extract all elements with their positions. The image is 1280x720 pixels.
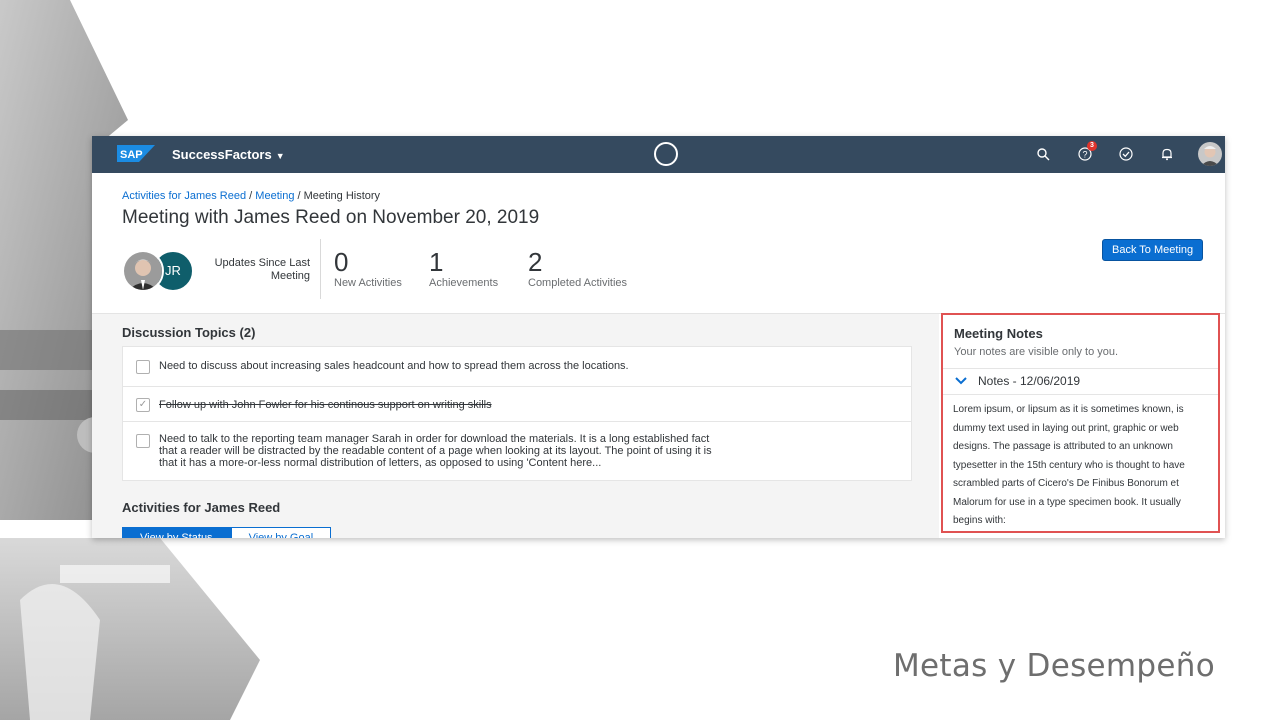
topic-item[interactable]: ✓ Follow up with John Fowler for his con… [123, 387, 911, 422]
page-title: Meeting with James Reed on November 20, … [122, 207, 540, 228]
help-badge: 3 [1087, 141, 1097, 151]
product-switcher[interactable]: SuccessFactors ▼ [172, 147, 285, 162]
notes-line: dummy text used in laying out print, gra… [953, 422, 1179, 434]
topic-checkbox[interactable] [136, 360, 150, 374]
kpi-label: Completed Activities [528, 277, 628, 289]
breadcrumb-meeting-link[interactable]: Meeting [255, 190, 294, 202]
meeting-notes-panel: Meeting Notes Your notes are visible onl… [941, 313, 1220, 533]
topic-text: Follow up with John Fowler for his conti… [159, 399, 492, 411]
topic-text: Need to talk to the reporting team manag… [159, 433, 712, 469]
shell-bar: SAP SuccessFactors ▼ ? 3 [92, 136, 1225, 173]
notifications-icon[interactable] [1160, 147, 1174, 161]
svg-text:SAP: SAP [120, 149, 143, 161]
kpi-label: Achievements [429, 277, 499, 289]
manager-avatar [122, 250, 164, 292]
search-icon[interactable] [1036, 147, 1050, 161]
sap-logo[interactable]: SAP [117, 145, 155, 162]
breadcrumb: Activities for James Reed / Meeting / Me… [122, 190, 380, 202]
view-by-goal-button[interactable]: View by Goal [230, 527, 332, 538]
view-toggle: View by Status View by Goal [122, 527, 332, 538]
meeting-notes-title: Meeting Notes [954, 326, 1043, 341]
meeting-notes-subtitle: Your notes are visible only to you. [954, 346, 1119, 358]
notes-line: Malorum for use in a type specimen book.… [953, 496, 1181, 508]
divider [943, 368, 1218, 369]
loading-indicator-icon [654, 142, 678, 166]
topic-text: Need to discuss about increasing sales h… [159, 360, 629, 372]
topic-item[interactable]: Need to discuss about increasing sales h… [123, 347, 911, 387]
notes-date-header: Notes - 12/06/2019 [978, 374, 1081, 388]
discussion-topics-title: Discussion Topics (2) [122, 325, 256, 340]
approvals-icon[interactable] [1119, 147, 1133, 161]
topic-checkbox-checked[interactable]: ✓ [136, 398, 150, 412]
notes-line: scrambled parts of Cicero's De Finibus B… [953, 478, 1179, 489]
view-by-status-button[interactable]: View by Status [122, 527, 231, 538]
svg-text:?: ? [1083, 150, 1088, 160]
slide-caption: Metas y Desempeño [892, 648, 1215, 684]
kpi-new-activities: 0 New Activities [334, 247, 402, 289]
breadcrumb-activities-link[interactable]: Activities for James Reed [122, 190, 246, 202]
meeting-header: Activities for James Reed / Meeting / Me… [92, 173, 1225, 314]
topic-checkbox[interactable] [136, 434, 150, 448]
kpi-label: New Activities [334, 277, 402, 289]
topic-text-line: Need to talk to the reporting team manag… [159, 433, 710, 445]
kpi-achievements: 1 Achievements [429, 247, 498, 289]
notes-body[interactable]: Lorem ipsum, or lipsum as it is sometime… [953, 401, 1203, 531]
notes-line: typesetter in the 15th century who is th… [953, 459, 1185, 471]
topic-text-line: that a reader will be distracted by the … [159, 445, 712, 457]
back-to-meeting-button[interactable]: Back To Meeting [1102, 239, 1204, 261]
kpi-value: 0 [334, 247, 349, 277]
divider [943, 394, 1218, 395]
topic-text-line: that it has a more-or-less normal distri… [159, 457, 602, 469]
discussion-topics-list: Need to discuss about increasing sales h… [122, 346, 912, 481]
activities-title: Activities for James Reed [122, 500, 281, 515]
kpi-divider [320, 239, 321, 299]
chevron-down-icon [955, 377, 967, 385]
notes-line: designs. The passage is attributed to an… [953, 441, 1173, 452]
topic-item[interactable]: Need to talk to the reporting team manag… [123, 422, 911, 480]
user-avatar[interactable] [1198, 142, 1222, 166]
kpi-completed-activities: 2 Completed Activities [528, 247, 627, 289]
breadcrumb-current: Meeting History [303, 190, 381, 202]
product-name: SuccessFactors [172, 147, 272, 162]
kpi-value: 1 [429, 247, 444, 277]
kpi-value: 2 [528, 247, 543, 277]
notes-line: Lorem ipsum, or lipsum as it is sometime… [953, 404, 1184, 415]
updates-label: Updates Since Last Meeting [214, 257, 310, 282]
caret-down-icon: ▼ [275, 151, 285, 161]
app-window: SAP SuccessFactors ▼ ? 3 Activities for … [92, 136, 1225, 538]
discussion-area: Discussion Topics (2) Need to discuss ab… [92, 314, 939, 538]
notes-line: begins with: [953, 515, 1006, 526]
notes-expander[interactable]: Notes - 12/06/2019 [954, 374, 1080, 388]
